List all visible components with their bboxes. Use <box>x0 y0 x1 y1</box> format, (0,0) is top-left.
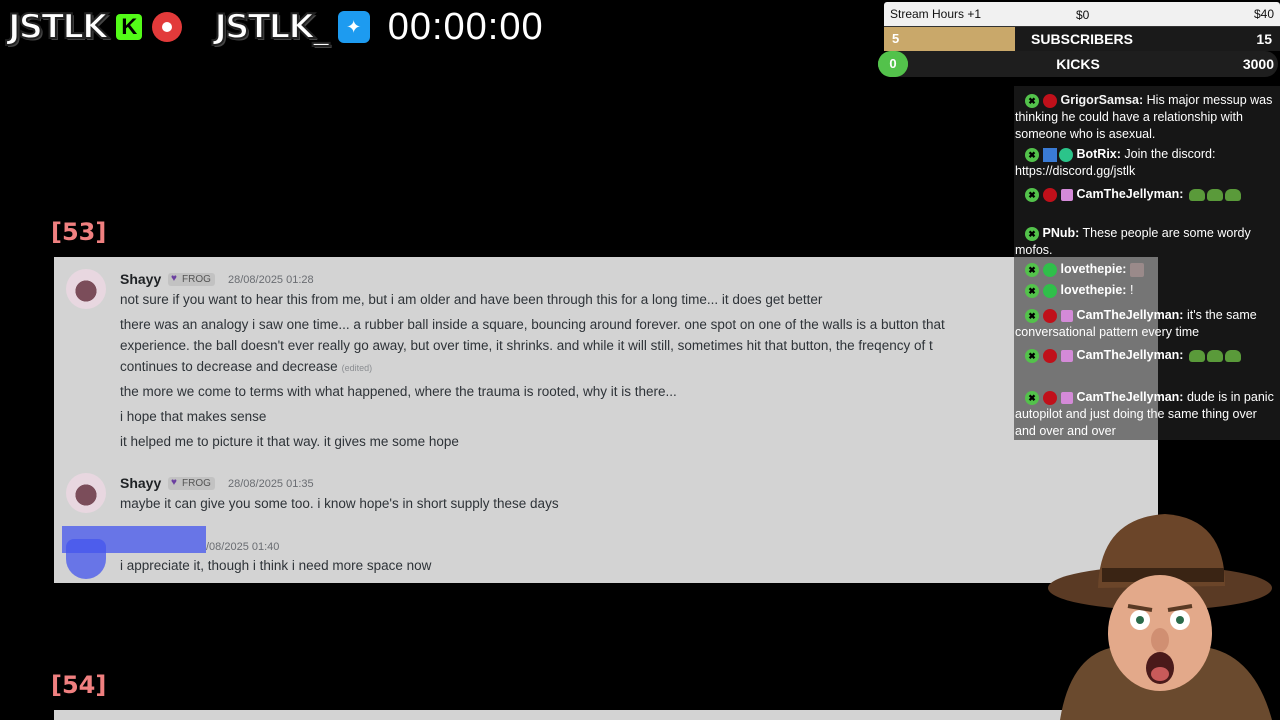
chat-username: PNub: <box>1042 226 1080 240</box>
message-line: continues to decrease and decrease (edite… <box>120 359 372 374</box>
bot-badge-icon <box>1043 147 1057 162</box>
chat-message: ✖ BotRix: Join the discord: https://disc… <box>1015 146 1277 180</box>
chat-username: BotRix: <box>1076 147 1121 161</box>
chat-username: lovethepie: <box>1060 262 1127 276</box>
gift-badge-icon <box>1061 349 1073 362</box>
chat-text: ! <box>1129 283 1134 297</box>
sub-badge-icon <box>1043 390 1057 405</box>
chat-message: ✖ CamTheJellyman: <box>1015 186 1277 203</box>
message-username: Shayy <box>120 475 162 491</box>
stream-timer: 00:00:00 <box>387 5 544 48</box>
kick-badge-icon: ✖ <box>1025 283 1039 298</box>
message-timestamp: /08/2025 01:40 <box>206 541 280 553</box>
sub-badge-icon <box>1043 283 1057 298</box>
chat-message: ✖ lovethepie: ! <box>1015 282 1277 299</box>
message-line: not sure if you want to hear this from m… <box>120 292 823 307</box>
role-badge: FROG <box>168 273 215 286</box>
role-badge: FROG <box>168 477 215 490</box>
chat-message: ✖ CamTheJellyman: it's the same conversa… <box>1015 307 1277 341</box>
twitter-bird-icon: ✦ <box>337 11 370 43</box>
chat-username: CamTheJellyman: <box>1076 348 1184 362</box>
message-line: it helped me to picture it that way. it … <box>120 434 459 449</box>
message-timestamp: 28/08/2025 01:35 <box>228 478 314 490</box>
discord-message-screenshot: Shayy FROG 28/08/2025 01:28 not sure if … <box>54 257 1158 583</box>
kick-badge-icon: ✖ <box>1025 390 1039 405</box>
kick-badge-icon: ✖ <box>1025 147 1039 162</box>
sub-badge-icon <box>1043 308 1057 323</box>
subscribers-goal: 15 <box>1256 31 1272 47</box>
streamer-cartoon-avatar <box>1048 514 1272 720</box>
kick-badge-icon: ✖ <box>1025 262 1039 277</box>
kick-badge-icon: ✖ <box>1025 187 1039 202</box>
kicks-label: KICKS <box>1056 56 1100 72</box>
emote-icon <box>1129 262 1144 277</box>
chat-username: CamTheJellyman: <box>1076 390 1184 404</box>
subscribers-goal-bar: 5 SUBSCRIBERS 15 <box>884 26 1280 51</box>
chat-message: ✖ lovethepie: <box>1015 261 1277 278</box>
stream-hours-start: $0 <box>1076 8 1090 22</box>
pepe-emote-icon <box>1188 349 1205 362</box>
message-username: Shayy <box>120 271 162 287</box>
message-timestamp: 28/08/2025 01:28 <box>228 274 314 286</box>
kick-badge-icon: ✖ <box>1025 348 1039 363</box>
message-line: maybe it can give you some too. i know h… <box>120 496 559 511</box>
chat-message: ✖ CamTheJellyman: <box>1015 347 1277 364</box>
avatar <box>66 269 106 309</box>
chat-message: ✖ CamTheJellyman: dude is in panic autop… <box>1015 389 1277 440</box>
chat-username: CamTheJellyman: <box>1076 308 1184 322</box>
message-line: the more we come to terms with what happ… <box>120 384 677 399</box>
pepe-emote-icon <box>1224 349 1241 362</box>
gift-badge-icon <box>1061 391 1073 404</box>
chat-username: GrigorSamsa: <box>1060 93 1144 107</box>
chat-message: ✖ PNub: These people are some wordy mofo… <box>1015 225 1277 259</box>
kick-badge-icon: ✖ <box>1025 226 1039 241</box>
record-icon <box>152 12 183 42</box>
edited-tag: (edited) <box>341 363 373 373</box>
sub-badge-icon <box>1043 262 1057 277</box>
kicks-goal: 3000 <box>1242 56 1274 72</box>
avatar <box>66 539 106 579</box>
pepe-emote-icon <box>1206 188 1223 201</box>
section-number-54: [54] <box>51 671 107 699</box>
stream-hours-end: $40 <box>1253 7 1274 21</box>
brand-logo-kick: JSTLK <box>7 6 109 48</box>
message-line: i hope that makes sense <box>120 409 267 424</box>
chat-message: ✖ GrigorSamsa: His major messup was thin… <box>1015 92 1277 143</box>
avatar <box>66 473 106 513</box>
kick-badge-icon: ✖ <box>1025 308 1039 323</box>
live-chat-panel: ✖ GrigorSamsa: His major messup was thin… <box>1014 86 1280 440</box>
subscribers-label: SUBSCRIBERS <box>1031 31 1133 47</box>
pepe-emote-icon <box>1188 188 1205 201</box>
sub-badge-icon <box>1043 348 1057 363</box>
message-line: experience. the ball doesn't ever really… <box>120 338 933 353</box>
kick-logo-icon: K <box>116 14 143 40</box>
chat-username: lovethepie: <box>1060 283 1127 297</box>
gift-badge-icon <box>1061 188 1073 201</box>
pepe-emote-icon <box>1224 188 1241 201</box>
goals-panel: Stream Hours +1 $0 $40 5 SUBSCRIBERS 15 <box>884 2 1280 51</box>
section-number-53: [53] <box>51 218 107 246</box>
gift-badge-icon <box>1061 309 1073 322</box>
message-line: i appreciate it, though i think i need m… <box>120 558 432 573</box>
pepe-emote-icon <box>1206 349 1223 362</box>
chat-username: CamTheJellyman: <box>1076 187 1184 201</box>
next-discord-card-edge <box>54 710 1064 720</box>
stream-hours-goal: Stream Hours +1 $0 $40 <box>884 2 1280 26</box>
stream-overlay-header: JSTLK K JSTLK_ ✦ 00:00:00 <box>0 0 888 54</box>
brand-logo-twitter: JSTLK_ <box>213 6 330 48</box>
sub-badge-icon <box>1043 187 1057 202</box>
kicks-goal-bar: 0 KICKS 3000 <box>878 51 1278 77</box>
stream-hours-label: Stream Hours +1 <box>890 7 982 21</box>
verified-badge-icon <box>1059 147 1073 162</box>
kick-badge-icon: ✖ <box>1025 93 1039 108</box>
sub-badge-icon <box>1043 93 1057 108</box>
message-line: there was an analogy i saw one time... a… <box>120 317 945 332</box>
message-text: continues to decrease and decrease <box>120 359 338 374</box>
